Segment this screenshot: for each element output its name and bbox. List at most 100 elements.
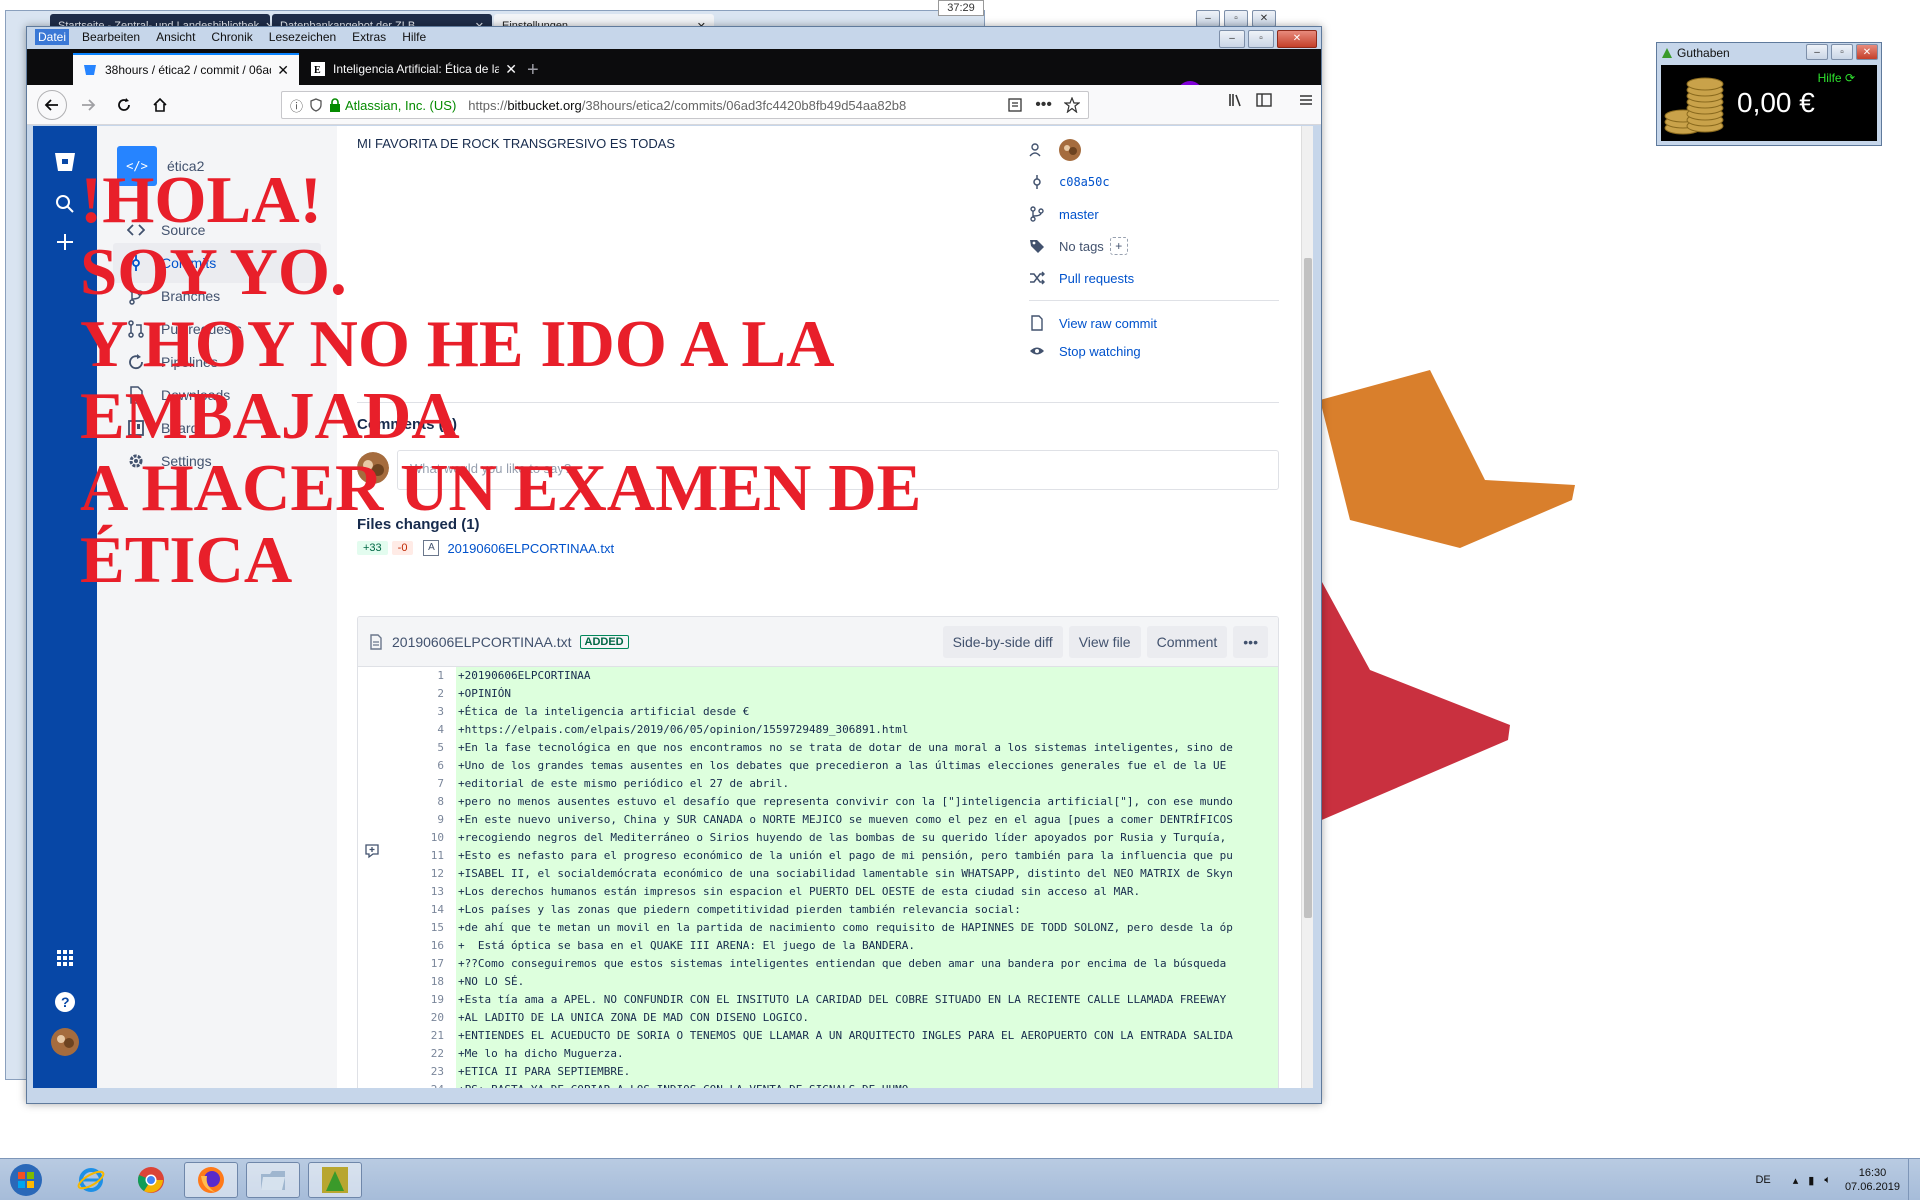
create-plus-icon[interactable] <box>49 226 81 258</box>
minimize-button[interactable]: – <box>1806 44 1828 60</box>
taskbar-internet-explorer[interactable] <box>64 1162 118 1198</box>
close-button[interactable]: ✕ <box>1252 10 1276 27</box>
add-comment-icon[interactable] <box>364 843 380 859</box>
search-icon[interactable] <box>49 188 81 220</box>
maximize-button[interactable]: ▫ <box>1248 30 1274 48</box>
line-number[interactable]: 9 <box>358 811 456 829</box>
menu-ansicht[interactable]: Ansicht <box>153 29 198 45</box>
url-text[interactable]: https://bitbucket.org/38hours/etica2/com… <box>468 98 999 113</box>
volume-icon[interactable]: 🔈︎ <box>1824 1174 1831 1187</box>
bitbucket-logo-icon[interactable] <box>49 146 81 178</box>
sidebar-item-settings[interactable]: Settings <box>113 441 321 481</box>
vertical-scrollbar[interactable] <box>1301 126 1313 1088</box>
library-icon[interactable] <box>1227 91 1245 109</box>
bookmark-star-icon[interactable] <box>1064 97 1080 113</box>
commit-hash[interactable]: c08a50c <box>1059 175 1110 189</box>
page-actions-icon[interactable]: ••• <box>1035 96 1052 114</box>
view-raw-commit-link[interactable]: View raw commit <box>1059 316 1157 331</box>
menu-lesezeichen[interactable]: Lesezeichen <box>266 29 339 45</box>
taskbar-guthaben[interactable] <box>308 1162 362 1198</box>
guthaben-body: 0,00 € Hilfe ⟳ <box>1661 65 1877 141</box>
author-avatar[interactable] <box>1059 139 1081 161</box>
line-number[interactable]: 20 <box>358 1009 456 1027</box>
line-number[interactable]: 16 <box>358 937 456 955</box>
line-number[interactable]: 22 <box>358 1045 456 1063</box>
start-button[interactable] <box>2 1162 50 1198</box>
line-number[interactable]: 7 <box>358 775 456 793</box>
close-button[interactable]: ✕ <box>1856 44 1878 60</box>
line-number[interactable]: 23 <box>358 1063 456 1081</box>
repository-header[interactable]: </> ética2 <box>117 146 204 186</box>
minimize-button[interactable]: – <box>1219 30 1245 48</box>
close-tab-icon[interactable]: ✕ <box>277 62 289 79</box>
view-file-button[interactable]: View file <box>1068 625 1141 658</box>
sidebar-item-label: Source <box>161 222 206 238</box>
line-number[interactable]: 6 <box>358 757 456 775</box>
menu-bearbeiten[interactable]: Bearbeiten <box>79 29 143 45</box>
close-tab-icon[interactable]: ✕ <box>505 61 517 78</box>
line-number[interactable]: 19 <box>358 991 456 1009</box>
tab-inteligencia-artificial[interactable]: E Inteligencia Artificial: Ética de la i… <box>301 53 527 85</box>
line-number[interactable]: 21 <box>358 1027 456 1045</box>
taskbar-chrome[interactable] <box>124 1162 178 1198</box>
line-number[interactable]: 1 <box>358 667 456 685</box>
side-by-side-diff-button[interactable]: Side-by-side diff <box>942 625 1063 658</box>
line-number[interactable]: 18 <box>358 973 456 991</box>
add-tag-button[interactable]: + <box>1109 237 1128 255</box>
show-desktop-button[interactable] <box>1908 1159 1920 1200</box>
minimize-button[interactable]: – <box>1196 10 1220 27</box>
comment-button[interactable]: Comment <box>1146 625 1228 658</box>
comment-input[interactable]: What would you like to say? <box>397 450 1279 490</box>
shield-icon[interactable] <box>309 98 323 112</box>
lock-icon[interactable] <box>329 98 341 112</box>
line-number[interactable]: 8 <box>358 793 456 811</box>
maximize-button[interactable]: ▫ <box>1224 10 1248 27</box>
back-button[interactable] <box>37 89 67 120</box>
diff-line: 14 +Los países y las zonas que piedern co… <box>358 901 1278 919</box>
menu-hilfe[interactable]: Hilfe <box>399 29 429 45</box>
line-number[interactable]: 12 <box>358 865 456 883</box>
line-number[interactable]: 2 <box>358 685 456 703</box>
refresh-icon[interactable]: ⟳ <box>1845 71 1855 85</box>
maximize-button[interactable]: ▫ <box>1831 44 1853 60</box>
help-link[interactable]: Hilfe ⟳ <box>1818 71 1855 85</box>
tray-expand-icon[interactable]: ▴ <box>1793 1174 1799 1187</box>
taskbar-firefox[interactable] <box>184 1162 238 1198</box>
changed-file-link[interactable]: 20190606ELPCORTINAA.txt <box>447 541 614 556</box>
reload-button[interactable] <box>109 90 139 120</box>
reader-view-icon[interactable] <box>1007 97 1023 113</box>
menu-datei[interactable]: Datei <box>35 29 70 45</box>
home-button[interactable] <box>145 90 175 120</box>
scrollbar-thumb[interactable] <box>1304 258 1312 918</box>
tab-commit[interactable]: 38hours / ética2 / commit / 06ad3fc4420b… <box>73 53 299 85</box>
line-number[interactable]: 4 <box>358 721 456 739</box>
line-number[interactable]: 15 <box>358 919 456 937</box>
line-number[interactable]: 3 <box>358 703 456 721</box>
menu-chronik[interactable]: Chronik <box>208 29 255 45</box>
hamburger-menu-icon[interactable] <box>1297 91 1315 109</box>
taskbar-explorer[interactable] <box>246 1162 300 1198</box>
commit-branch-link[interactable]: master <box>1059 207 1099 222</box>
line-number[interactable]: 14 <box>358 901 456 919</box>
menu-extras[interactable]: Extras <box>349 29 389 45</box>
pull-requests-link[interactable]: Pull requests <box>1059 271 1134 286</box>
new-tab-button[interactable]: + <box>527 59 539 82</box>
more-actions-button[interactable]: ••• <box>1233 625 1268 658</box>
line-number[interactable]: 13 <box>358 883 456 901</box>
line-number[interactable]: 5 <box>358 739 456 757</box>
language-indicator[interactable]: DE <box>1755 1174 1770 1186</box>
user-avatar[interactable] <box>49 1026 81 1058</box>
browser-window: Datei Bearbeiten Ansicht Chronik Lesezei… <box>26 26 1322 1104</box>
url-bar[interactable]: ⓘ Atlassian, Inc. (US) https://bitbucket… <box>281 91 1089 119</box>
stop-watching-link[interactable]: Stop watching <box>1059 344 1141 359</box>
app-switcher-icon[interactable] <box>49 942 81 974</box>
line-number[interactable]: 24 <box>358 1081 456 1088</box>
close-button[interactable]: ✕ <box>1277 30 1317 48</box>
line-number[interactable]: 17 <box>358 955 456 973</box>
sidebar-icon[interactable] <box>1255 91 1273 109</box>
network-icon[interactable]: ▮ <box>1808 1174 1814 1187</box>
forward-button[interactable] <box>73 90 103 120</box>
system-clock[interactable]: 16:30 07.06.2019 <box>1845 1166 1900 1194</box>
info-icon[interactable]: ⓘ <box>290 96 303 115</box>
help-icon[interactable]: ? <box>49 986 81 1018</box>
